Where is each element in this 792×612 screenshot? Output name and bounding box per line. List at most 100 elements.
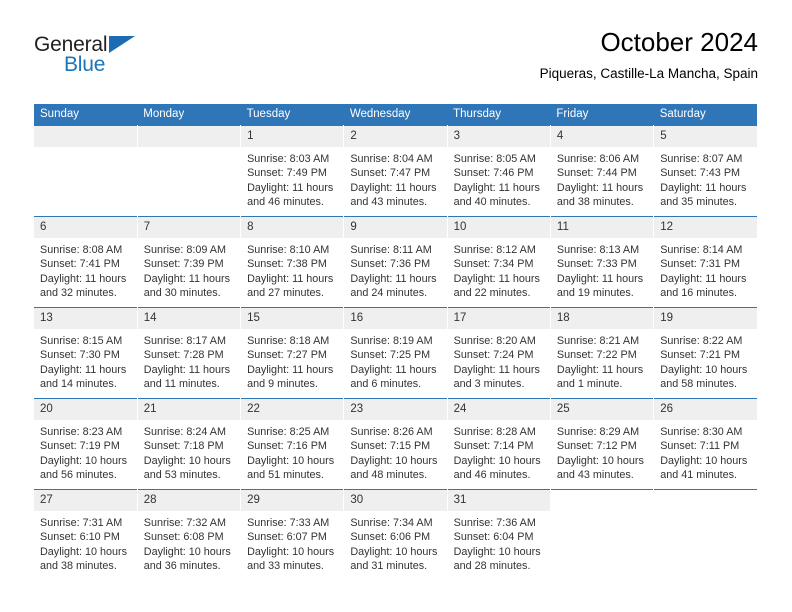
day-number: 12	[654, 217, 757, 238]
daylight-text-line1: Daylight: 10 hours	[143, 454, 231, 467]
day-number: 31	[447, 490, 550, 511]
daylight-text-line1: Daylight: 10 hours	[40, 454, 128, 467]
sunrise-text: Sunrise: 8:17 AM	[143, 335, 227, 347]
calendar-day-cell[interactable]: 27 Sunrise: 7:31 AM Sunset: 6:10 PM Dayligh…	[34, 489, 138, 580]
daylight-text-line1: Daylight: 10 hours	[556, 454, 644, 467]
calendar-day-cell[interactable]: 23 Sunrise: 8:26 AM Sunset: 7:15 PM Dayligh…	[343, 398, 448, 490]
calendar-day-cell-empty	[653, 489, 757, 580]
weekday-header-monday: Monday	[137, 104, 241, 126]
sun-info: Sunrise: 8:09 AM Sunset: 7:39 PM Daylight:…	[138, 238, 240, 301]
calendar-day-cell[interactable]: 3 Sunrise: 8:05 AM Sunset: 7:46 PM Daylight…	[447, 125, 551, 217]
day-number: 7	[137, 217, 241, 238]
daylight-text-line2: and 36 minutes.	[143, 560, 221, 573]
sunset-text: Sunset: 7:19 PM	[40, 440, 120, 453]
calendar-day-cell[interactable]: 31 Sunrise: 7:36 AM Sunset: 6:04 PM Dayligh…	[447, 489, 551, 580]
calendar-day-cell[interactable]: 11 Sunrise: 8:13 AM Sunset: 7:33 PM Dayligh…	[550, 216, 655, 308]
sunrise-text: Sunrise: 8:28 AM	[453, 426, 536, 438]
daylight-text-line1: Daylight: 11 hours	[350, 272, 437, 285]
calendar-day-cell[interactable]: 13 Sunrise: 8:15 AM Sunset: 7:30 PM Dayligh…	[34, 307, 138, 399]
day-number: 22	[241, 399, 344, 420]
sun-info: Sunrise: 8:04 AM Sunset: 7:47 PM Daylight:…	[344, 147, 446, 210]
page-header: General Blue October 2024 Piqueras, Cast…	[34, 26, 758, 98]
calendar-week-row: 13 Sunrise: 8:15 AM Sunset: 7:30 PM Dayligh…	[34, 307, 757, 399]
calendar-day-cell[interactable]: 12 Sunrise: 8:14 AM Sunset: 7:31 PM Dayligh…	[653, 216, 757, 308]
calendar-day-cell[interactable]: 16 Sunrise: 8:19 AM Sunset: 7:25 PM Dayligh…	[343, 307, 448, 399]
day-number	[550, 490, 654, 511]
sun-info: Sunrise: 7:33 AM Sunset: 6:07 PM Daylight:…	[241, 511, 343, 574]
sunset-text: Sunset: 7:16 PM	[247, 440, 327, 453]
calendar-day-cell[interactable]: 24 Sunrise: 8:28 AM Sunset: 7:14 PM Dayligh…	[447, 398, 551, 490]
logo-blue-label: Blue	[64, 53, 106, 76]
calendar-day-cell[interactable]: 10 Sunrise: 8:12 AM Sunset: 7:34 PM Dayligh…	[447, 216, 551, 308]
sun-info: Sunrise: 8:30 AM Sunset: 7:11 PM Daylight:…	[654, 420, 757, 483]
sun-info: Sunrise: 8:07 AM Sunset: 7:43 PM Daylight:…	[654, 147, 757, 210]
day-number: 24	[447, 399, 550, 420]
sunset-text: Sunset: 7:31 PM	[660, 258, 741, 271]
day-number: 25	[550, 399, 654, 420]
sun-info: Sunrise: 8:19 AM Sunset: 7:25 PM Daylight:…	[344, 329, 446, 392]
daylight-text-line2: and 43 minutes.	[556, 469, 634, 482]
sunset-text: Sunset: 7:22 PM	[556, 349, 637, 362]
daylight-text-line1: Daylight: 11 hours	[660, 272, 747, 285]
sunset-text: Sunset: 7:18 PM	[143, 440, 224, 453]
sun-info: Sunrise: 8:23 AM Sunset: 7:19 PM Daylight:…	[34, 420, 137, 483]
sunrise-text: Sunrise: 8:03 AM	[247, 153, 330, 165]
calendar-day-cell[interactable]: 15 Sunrise: 8:18 AM Sunset: 7:27 PM Dayligh…	[240, 307, 345, 399]
day-number: 20	[34, 399, 137, 420]
sunrise-text: Sunrise: 7:36 AM	[453, 517, 536, 529]
calendar-day-cell[interactable]: 26 Sunrise: 8:30 AM Sunset: 7:11 PM Dayligh…	[653, 398, 757, 490]
calendar-day-cell[interactable]: 5 Sunrise: 8:07 AM Sunset: 7:43 PM Daylight…	[653, 125, 757, 217]
calendar-day-cell[interactable]: 8 Sunrise: 8:10 AM Sunset: 7:38 PM Daylight…	[240, 216, 345, 308]
calendar-day-cell[interactable]: 7 Sunrise: 8:09 AM Sunset: 7:39 PM Daylight…	[137, 216, 242, 308]
day-number: 28	[137, 490, 241, 511]
calendar-day-cell[interactable]: 9 Sunrise: 8:11 AM Sunset: 7:36 PM Daylight…	[343, 216, 448, 308]
calendar-day-cell[interactable]: 22 Sunrise: 8:25 AM Sunset: 7:16 PM Dayligh…	[240, 398, 345, 490]
weekday-header-sunday: Sunday	[34, 104, 138, 126]
calendar-day-cell[interactable]: 4 Sunrise: 8:06 AM Sunset: 7:44 PM Daylight…	[550, 125, 655, 217]
sunrise-text: Sunrise: 8:18 AM	[247, 335, 330, 347]
calendar-day-cell[interactable]: 29 Sunrise: 7:33 AM Sunset: 6:07 PM Dayligh…	[240, 489, 345, 580]
calendar-day-cell[interactable]: 18 Sunrise: 8:21 AM Sunset: 7:22 PM Dayligh…	[550, 307, 655, 399]
sunset-text: Sunset: 7:11 PM	[660, 440, 740, 453]
sunrise-text: Sunrise: 8:06 AM	[556, 153, 640, 165]
daylight-text-line1: Daylight: 10 hours	[350, 454, 438, 467]
sun-info: Sunrise: 8:15 AM Sunset: 7:30 PM Daylight:…	[34, 329, 137, 392]
sunset-text: Sunset: 7:24 PM	[453, 349, 534, 362]
daylight-text-line1: Daylight: 10 hours	[247, 454, 335, 467]
daylight-text-line2: and 1 minute.	[556, 378, 623, 391]
daylight-text-line1: Daylight: 10 hours	[453, 454, 541, 467]
day-number: 3	[447, 126, 550, 147]
daylight-text-line1: Daylight: 10 hours	[660, 454, 748, 467]
calendar-day-cell[interactable]: 6 Sunrise: 8:08 AM Sunset: 7:41 PM Daylight…	[34, 216, 138, 308]
sunrise-text: Sunrise: 8:07 AM	[660, 153, 743, 165]
daylight-text-line1: Daylight: 11 hours	[247, 181, 334, 194]
weekday-header-saturday: Saturday	[653, 104, 757, 126]
sunrise-text: Sunrise: 8:29 AM	[556, 426, 640, 438]
daylight-text-line1: Daylight: 10 hours	[350, 545, 438, 558]
day-number	[137, 126, 241, 147]
calendar-day-cell[interactable]: 17 Sunrise: 8:20 AM Sunset: 7:24 PM Dayligh…	[447, 307, 551, 399]
calendar-day-cell[interactable]: 2 Sunrise: 8:04 AM Sunset: 7:47 PM Daylight…	[343, 125, 448, 217]
sunrise-text: Sunrise: 8:04 AM	[350, 153, 433, 165]
general-blue-logo[interactable]: General Blue	[34, 34, 234, 90]
sunset-text: Sunset: 7:27 PM	[247, 349, 327, 362]
calendar-day-cell[interactable]: 28 Sunrise: 7:32 AM Sunset: 6:08 PM Dayligh…	[137, 489, 242, 580]
calendar-day-cell[interactable]: 25 Sunrise: 8:29 AM Sunset: 7:12 PM Dayligh…	[550, 398, 655, 490]
calendar-day-cell[interactable]: 14 Sunrise: 8:17 AM Sunset: 7:28 PM Dayligh…	[137, 307, 242, 399]
sunrise-text: Sunrise: 8:23 AM	[40, 426, 123, 438]
calendar-day-cell[interactable]: 30 Sunrise: 7:34 AM Sunset: 6:06 PM Dayligh…	[343, 489, 448, 580]
sunset-text: Sunset: 7:30 PM	[40, 349, 120, 362]
calendar-day-cell[interactable]: 20 Sunrise: 8:23 AM Sunset: 7:19 PM Dayligh…	[34, 398, 138, 490]
calendar-day-cell[interactable]: 21 Sunrise: 8:24 AM Sunset: 7:18 PM Dayligh…	[137, 398, 242, 490]
sunset-text: Sunset: 7:44 PM	[556, 167, 637, 180]
day-number: 15	[241, 308, 344, 329]
calendar-day-cell[interactable]: 19 Sunrise: 8:22 AM Sunset: 7:21 PM Dayligh…	[653, 307, 757, 399]
sunset-text: Sunset: 6:06 PM	[350, 531, 431, 544]
day-number: 17	[447, 308, 550, 329]
daylight-text-line1: Daylight: 11 hours	[247, 363, 334, 376]
daylight-text-line2: and 46 minutes.	[247, 196, 324, 209]
daylight-text-line2: and 3 minutes.	[453, 378, 525, 391]
calendar-day-cell[interactable]: 1 Sunrise: 8:03 AM Sunset: 7:49 PM Daylight…	[240, 125, 345, 217]
daylight-text-line2: and 11 minutes.	[143, 378, 220, 391]
sunrise-text: Sunrise: 8:11 AM	[350, 244, 432, 256]
